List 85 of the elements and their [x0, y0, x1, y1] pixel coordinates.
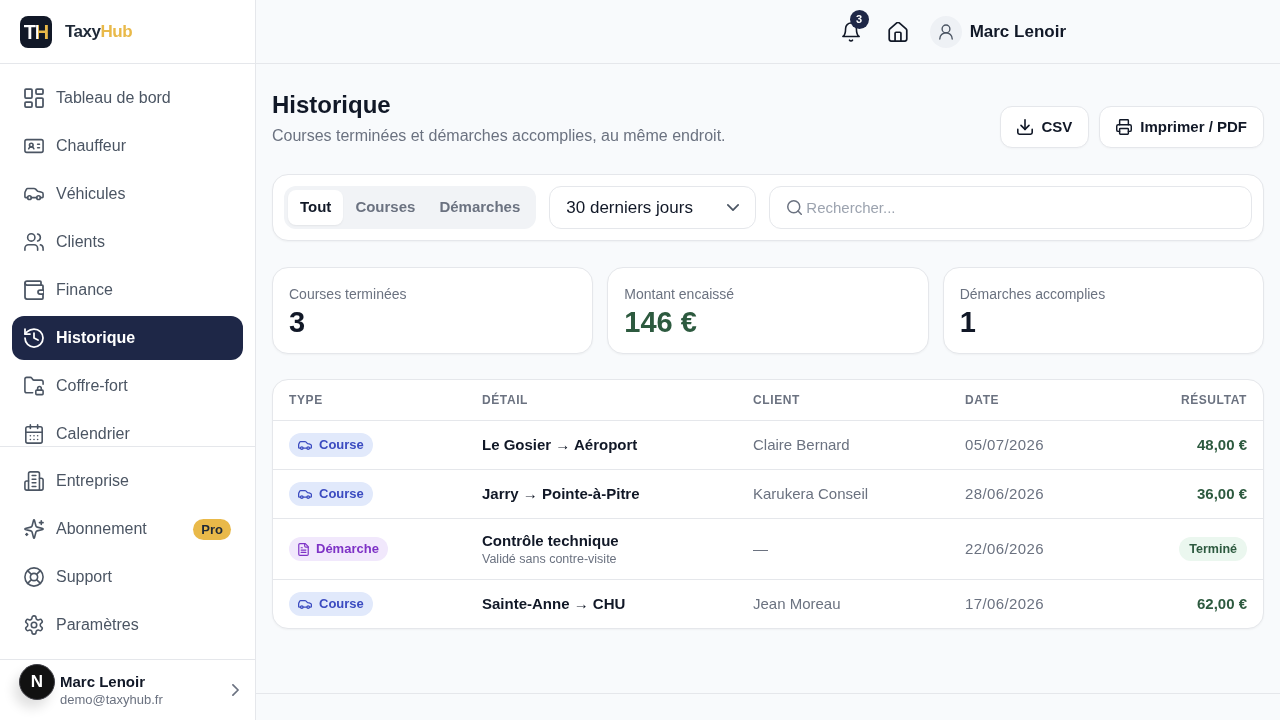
detail-title: Contrôle technique: [482, 531, 619, 551]
detail-note: Validé sans contre-visite: [482, 551, 617, 567]
nav-item[interactable]: Coffre-fort: [12, 364, 243, 408]
type-label: Course: [319, 595, 364, 614]
stat-value: 146 €: [624, 305, 697, 340]
history-icon: [24, 328, 44, 348]
id-card-icon: [24, 136, 44, 156]
home-icon: [887, 21, 908, 42]
filter-tab[interactable]: Tout: [288, 190, 344, 225]
nav-item[interactable]: Tableau de bord: [12, 76, 243, 120]
nav-item[interactable]: Finance: [12, 268, 243, 312]
building-icon: [24, 471, 44, 491]
detail-title: Sainte-Anne → CHU: [482, 594, 626, 614]
document-icon: [298, 542, 309, 556]
date-text: 05/07/2026: [965, 434, 1045, 455]
nav-item[interactable]: Véhicules: [12, 172, 243, 216]
type-label: Course: [319, 436, 364, 455]
car-icon: [298, 440, 312, 450]
user-icon: [938, 23, 953, 40]
folder-lock-icon: [24, 376, 44, 396]
search-icon: [787, 200, 803, 215]
people-icon: [24, 232, 44, 252]
account-name: Marc Lenoir: [60, 672, 146, 692]
brand-name: TaxyHub: [65, 20, 133, 43]
nav-item[interactable]: Chauffeur: [12, 124, 243, 168]
nav-item[interactable]: Abonnement Pro: [12, 507, 243, 551]
nav-item[interactable]: Calendrier: [12, 412, 243, 446]
amount-text: 36,00 €: [1196, 483, 1247, 504]
settings-icon: [24, 615, 44, 635]
account-email: demo@taxyhub.fr: [60, 692, 163, 708]
nav-item[interactable]: Historique: [12, 316, 243, 360]
user-name[interactable]: Marc Lenoir: [969, 18, 1066, 45]
column-header: TYPE: [289, 392, 323, 409]
floating-button[interactable]: N: [19, 664, 55, 700]
column-header: DATE: [965, 392, 1000, 409]
column-header: CLIENT: [753, 392, 800, 409]
date-text: 22/06/2026: [965, 538, 1045, 559]
type-label: Démarche: [316, 540, 379, 559]
detail-title: Le Gosier → Aéroport: [482, 435, 638, 455]
action-button[interactable]: CSV: [1000, 106, 1090, 148]
notification-count: 3: [849, 9, 869, 29]
client-name: Karukera Conseil: [753, 483, 869, 504]
filter-tab[interactable]: Courses: [343, 190, 428, 225]
lifebuoy-icon: [24, 567, 44, 587]
nav-item[interactable]: Support: [12, 555, 243, 599]
plan-tag: Pro: [193, 518, 231, 540]
bell-icon: [841, 21, 860, 42]
stat-label: Courses terminées: [289, 285, 407, 304]
user-avatar[interactable]: [929, 15, 962, 48]
search-field[interactable]: Rechercher...: [769, 186, 1252, 229]
calendar-icon: [24, 424, 44, 444]
car-icon: [298, 489, 312, 499]
chevron-down-icon: [727, 204, 740, 211]
amount-text: 48,00 €: [1196, 434, 1247, 455]
amount-text: 62,00 €: [1196, 593, 1247, 614]
stat-value: 1: [959, 305, 976, 340]
action-button[interactable]: Imprimer / PDF: [1099, 106, 1264, 148]
download-icon: [1017, 119, 1034, 135]
grid-icon: [24, 88, 44, 108]
nav-item[interactable]: Entreprise: [12, 459, 243, 503]
nav-item[interactable]: Clients: [12, 220, 243, 264]
column-header: DÉTAIL: [482, 391, 529, 409]
nav-item[interactable]: Paramètres: [12, 603, 243, 647]
type-label: Course: [319, 485, 364, 504]
sparkles-icon: [24, 519, 44, 539]
status-tag: Terminé: [1179, 537, 1247, 561]
car-icon: [298, 599, 312, 609]
client-name: Claire Bernard: [753, 434, 850, 455]
stat-label: Montant encaissé: [624, 285, 735, 304]
page-title: Historique: [272, 90, 391, 120]
logo-mark: TH: [20, 15, 52, 48]
chevron-right-icon[interactable]: [232, 684, 239, 696]
detail-title: Jarry → Pointe-à-Pitre: [482, 484, 640, 504]
stat-label: Démarches accomplies: [959, 285, 1106, 304]
date-text: 17/06/2026: [965, 593, 1045, 614]
client-name: —: [753, 538, 768, 559]
date-text: 28/06/2026: [965, 483, 1045, 504]
wallet-icon: [24, 280, 44, 300]
filter-tab[interactable]: Démarches: [427, 190, 533, 225]
column-header: RÉSULTAT: [1180, 391, 1247, 409]
client-name: Jean Moreau: [753, 593, 841, 614]
page-subtitle: Courses terminées et démarches accomplies, au même endroit.: [272, 126, 726, 146]
stat-value: 3: [289, 305, 306, 340]
period-select[interactable]: 30 derniers jours: [549, 186, 757, 229]
printer-icon: [1116, 119, 1133, 135]
